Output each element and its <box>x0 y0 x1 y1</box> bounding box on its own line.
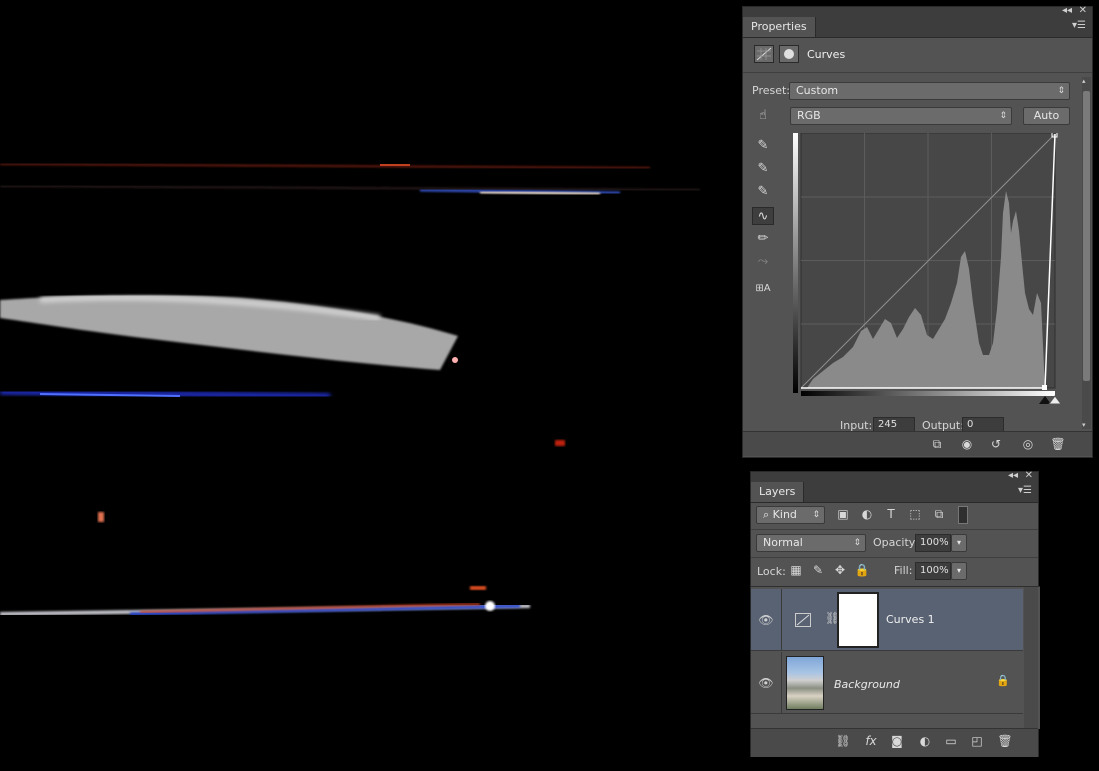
reset-icon[interactable]: ↺ <box>986 435 1006 453</box>
filter-shape-icon[interactable]: ⬚ <box>905 505 925 523</box>
white-point-eyedropper-icon[interactable]: ✎ <box>752 183 774 201</box>
auto-button[interactable]: Auto <box>1023 107 1070 125</box>
fill-dropdown-icon[interactable]: ▾ <box>951 562 967 580</box>
panel-titlebar[interactable]: ◂◂ ✕ <box>751 471 1038 482</box>
layers-panel: ◂◂ ✕ Layers ▾☰ ⌕ Kind ⇕ ▣ ◐ T ⬚ ⧉ Normal… <box>750 471 1040 757</box>
add-mask-icon[interactable]: ◙ <box>887 732 907 750</box>
document-canvas[interactable] <box>0 0 742 771</box>
layer-name[interactable]: Background <box>834 678 900 691</box>
chevron-updown-icon: ⇕ <box>999 111 1007 121</box>
new-layer-icon[interactable]: ◰ <box>967 732 987 750</box>
opacity-field[interactable]: 100% <box>915 534 951 552</box>
properties-bottom-toolbar: ⧉ ◉ ↺ ◎ 🗑 <box>743 431 1092 456</box>
layers-bottom-toolbar: ⛓ fx ◙ ◐ ▭ ◰ 🗑 <box>751 728 1038 757</box>
chevron-updown-icon: ⇕ <box>1057 86 1065 96</box>
smooth-curve-icon: ⤳ <box>757 254 769 269</box>
trash-icon[interactable]: 🗑 <box>1048 435 1068 453</box>
preset-label: Preset: <box>752 84 791 97</box>
layer-style-fx-icon[interactable]: fx <box>861 732 881 750</box>
filter-smart-object-icon[interactable]: ⧉ <box>929 505 949 523</box>
layer-row-curves[interactable]: 👁 ⛓ Curves 1 <box>751 589 1023 651</box>
blend-mode-select[interactable]: Normal ⇕ <box>756 534 866 552</box>
mask-thumbnail[interactable] <box>837 592 879 648</box>
filter-value: Kind <box>772 508 797 521</box>
gray-point-eyedropper-icon[interactable]: ✎ <box>752 160 774 178</box>
curves-adjustment-icon[interactable] <box>754 45 774 63</box>
collapse-icon[interactable]: ◂◂ <box>1062 6 1072 16</box>
filter-pixel-icon[interactable]: ▣ <box>833 505 853 523</box>
blend-mode-value: Normal <box>763 536 803 549</box>
lock-label: Lock: <box>757 565 786 578</box>
chevron-updown-icon: ⇕ <box>853 538 861 548</box>
filter-type-icon[interactable]: T <box>881 505 901 523</box>
channel-value: RGB <box>797 109 821 122</box>
curves-adjustment-icon <box>795 613 811 627</box>
lock-position-icon[interactable]: ✥ <box>830 561 850 579</box>
properties-panel: ◂◂ ✕ Properties ▾☰ Curves Preset: Custom… <box>742 6 1093 458</box>
collapse-icon[interactable]: ◂◂ <box>1008 471 1018 481</box>
filter-adjustment-icon[interactable]: ◐ <box>857 505 877 523</box>
mask-icon[interactable] <box>779 45 799 63</box>
layer-thumbnail <box>786 656 824 710</box>
properties-title: Curves <box>807 48 846 61</box>
layers-tabrow: Layers ▾☰ <box>751 482 1038 503</box>
fill-label: Fill: <box>894 564 913 577</box>
curve-points-icon[interactable]: ∿ <box>752 207 774 225</box>
panel-menu-icon[interactable]: ▾☰ <box>1018 485 1032 497</box>
opacity-label: Opacity: <box>873 536 919 549</box>
canvas-image <box>0 163 701 634</box>
tab-layers[interactable]: Layers <box>751 482 805 502</box>
trash-icon[interactable]: 🗑 <box>995 732 1015 750</box>
lock-icon[interactable]: 🔒 <box>996 674 1010 687</box>
layer-row-background[interactable]: 👁 Background 🔒 <box>751 652 1023 714</box>
clip-to-layer-icon[interactable]: ⧉ <box>927 435 947 453</box>
preset-select[interactable]: Custom ⇕ <box>789 82 1070 100</box>
curves-graph[interactable] <box>793 133 1063 405</box>
visibility-eye-icon[interactable]: ◎ <box>1018 435 1038 453</box>
preset-value: Custom <box>796 84 839 97</box>
view-previous-state-icon[interactable]: ◉ <box>957 435 977 453</box>
new-group-icon[interactable]: ▭ <box>941 732 961 750</box>
filter-toggle[interactable] <box>958 506 968 524</box>
properties-tabrow: Properties ▾☰ <box>743 17 1092 38</box>
properties-scrollbar[interactable]: ▴ ▾ <box>1082 77 1091 429</box>
layer-list-scrollbar[interactable] <box>1024 587 1038 729</box>
close-icon[interactable]: ✕ <box>1025 471 1033 481</box>
chevron-updown-icon: ⇕ <box>812 510 820 520</box>
opacity-dropdown-icon[interactable]: ▾ <box>951 534 967 552</box>
lock-all-icon[interactable]: 🔒 <box>852 561 872 579</box>
tab-properties[interactable]: Properties <box>743 17 816 37</box>
clipping-warning-icon[interactable]: ⊞A <box>752 280 774 298</box>
panel-menu-icon[interactable]: ▾☰ <box>1072 20 1086 32</box>
scrollbar-thumb[interactable] <box>1083 91 1090 381</box>
layer-filter-select[interactable]: ⌕ Kind ⇕ <box>756 506 825 524</box>
panel-titlebar[interactable]: ◂◂ ✕ <box>743 6 1092 17</box>
link-layers-icon[interactable]: ⛓ <box>833 732 853 750</box>
visibility-eye-icon[interactable]: 👁 <box>751 652 782 714</box>
visibility-eye-icon[interactable]: 👁 <box>751 589 782 651</box>
fill-field[interactable]: 100% <box>915 562 951 580</box>
search-icon: ⌕ <box>763 508 773 521</box>
lock-image-icon[interactable]: ✎ <box>808 561 828 579</box>
channel-select[interactable]: RGB ⇕ <box>790 107 1012 125</box>
lock-transparent-icon[interactable]: ▦ <box>786 561 806 579</box>
pencil-icon[interactable]: ✏ <box>752 230 774 248</box>
curves-header: Curves <box>743 38 1092 73</box>
layer-name[interactable]: Curves 1 <box>886 613 935 626</box>
on-image-adjust-icon[interactable]: ☝ <box>752 107 774 125</box>
new-adjustment-layer-icon[interactable]: ◐ <box>915 732 935 750</box>
black-point-eyedropper-icon[interactable]: ✎ <box>752 137 774 155</box>
layer-list: 👁 ⛓ Curves 1 👁 Background 🔒 <box>751 586 1040 729</box>
close-icon[interactable]: ✕ <box>1079 6 1087 16</box>
